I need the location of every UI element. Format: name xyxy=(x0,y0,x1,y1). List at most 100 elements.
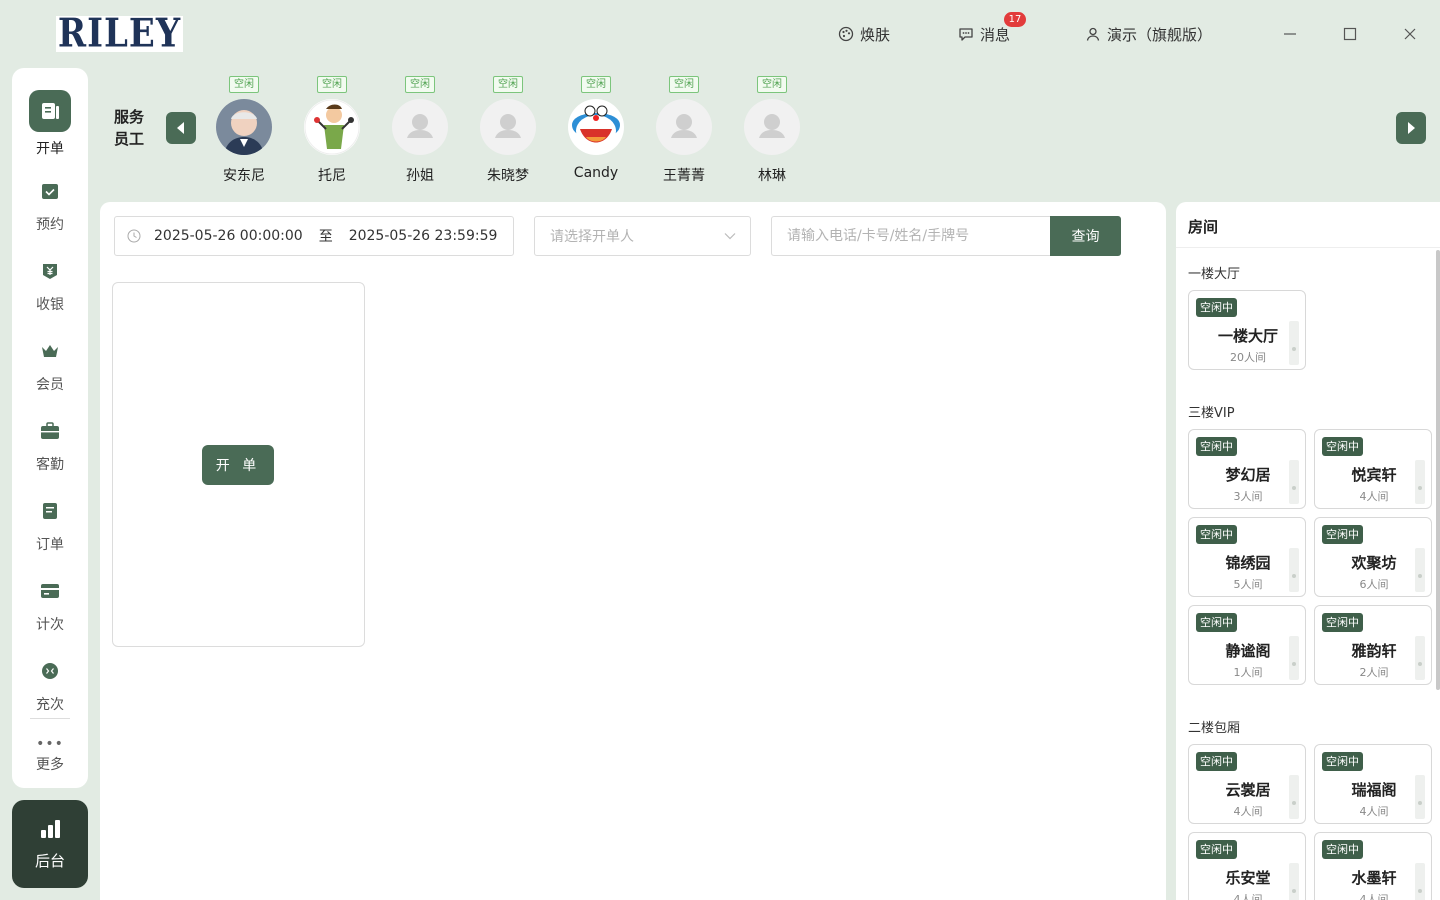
briefcase-icon xyxy=(39,420,61,442)
room-card[interactable]: 空闲中 一楼大厅 20人间 xyxy=(1188,290,1306,370)
chat-icon xyxy=(959,28,973,41)
room-card[interactable]: 空闲中 乐安堂 4人间 xyxy=(1188,832,1306,900)
date-separator: 至 xyxy=(318,229,333,245)
room-status-tag: 空闲中 xyxy=(1322,752,1363,771)
room-card[interactable]: 空闲中 静谧阁 1人间 xyxy=(1188,605,1306,685)
avatar xyxy=(392,99,448,155)
room-capacity: 5人间 xyxy=(1233,578,1263,591)
staff-name: 朱晓梦 xyxy=(487,168,529,184)
nav-item-recharge-count[interactable]: 充次 xyxy=(12,650,88,720)
staff-name: 林琳 xyxy=(758,168,786,184)
room-card[interactable]: 空闲中 悦宾轩 4人间 xyxy=(1314,429,1432,509)
staff-name: 王菁菁 xyxy=(663,168,705,184)
room-card[interactable]: 空闲中 云裳居 4人间 xyxy=(1188,744,1306,824)
staff-name: 安东尼 xyxy=(223,168,265,184)
staff-member[interactable]: 空闲 朱晓梦 xyxy=(473,76,543,185)
nav-divider xyxy=(30,718,70,719)
room-status-tag: 空闲中 xyxy=(1196,437,1237,456)
maximize-button[interactable] xyxy=(1340,24,1360,44)
staff-member[interactable]: 空闲 托尼 xyxy=(297,76,367,185)
nav-item-cashier[interactable]: 收银 xyxy=(12,250,88,320)
avatar xyxy=(304,99,360,155)
staff-member[interactable]: 空闲 安东尼 xyxy=(209,76,279,185)
nav-label: 更多 xyxy=(36,757,64,773)
minimize-button[interactable] xyxy=(1280,24,1300,44)
staff-member[interactable]: 空闲 林琳 xyxy=(737,76,807,185)
nav-label: 预约 xyxy=(36,217,64,233)
staff-member[interactable]: 空闲 孙姐 xyxy=(385,76,455,185)
room-status-tag: 空闲中 xyxy=(1322,840,1363,859)
avatar xyxy=(216,99,272,155)
end-date[interactable]: 2025-05-26 23:59:59 xyxy=(349,228,498,244)
user-menu[interactable]: 演示（旗舰版） xyxy=(1085,22,1212,46)
nav-label: 开单 xyxy=(36,141,64,157)
staff-title: 服务员工 xyxy=(114,108,145,148)
nav-item-customer-care[interactable]: 客勤 xyxy=(12,410,88,480)
nav-item-count[interactable]: 计次 xyxy=(12,570,88,640)
room-status-tag: 空闲中 xyxy=(1196,525,1237,544)
messages-button[interactable]: 消息 xyxy=(958,22,1010,46)
staff-member[interactable]: 空闲 王菁菁 xyxy=(649,76,719,185)
count-card-icon xyxy=(39,580,61,602)
opener-placeholder: 请选择开单人 xyxy=(550,229,634,245)
nav-label: 会员 xyxy=(36,377,64,393)
open-order-button[interactable]: 开 单 xyxy=(202,445,274,485)
default-user-icon xyxy=(495,114,521,138)
room-name: 锦绣园 xyxy=(1225,554,1271,572)
room-card[interactable]: 空闲中 水墨轩 4人间 xyxy=(1314,832,1432,900)
avatar xyxy=(480,99,536,155)
nav-item-more[interactable]: ••• 更多 xyxy=(12,726,88,796)
open-order-icon xyxy=(29,90,71,132)
rooms-scrollbar[interactable] xyxy=(1436,250,1440,690)
room-name: 云裳居 xyxy=(1225,781,1271,799)
messages-label: 消息 xyxy=(980,25,1011,44)
room-section-title: 三楼VIP xyxy=(1188,406,1235,421)
staff-prev-button[interactable] xyxy=(166,112,196,144)
staff-member[interactable]: 空闲 Candy xyxy=(561,76,631,181)
query-button[interactable]: 查询 xyxy=(1050,216,1121,256)
room-name: 水墨轩 xyxy=(1351,869,1397,887)
room-capacity: 4人间 xyxy=(1359,893,1389,900)
app-logo: RILEY xyxy=(56,11,183,57)
opener-select[interactable]: 请选择开单人 xyxy=(534,216,751,256)
room-card[interactable]: 空闲中 梦幻居 3人间 xyxy=(1188,429,1306,509)
nav-label: 收银 xyxy=(36,297,64,313)
recharge-count-icon xyxy=(39,660,61,682)
staff-status-badge: 空闲 xyxy=(581,76,611,93)
room-card[interactable]: 空闲中 锦绣园 5人间 xyxy=(1188,517,1306,597)
backend-label: 后台 xyxy=(34,851,65,870)
nav-item-orders[interactable]: 订单 xyxy=(12,490,88,560)
backend-button[interactable]: 后台 xyxy=(12,800,88,888)
close-button[interactable] xyxy=(1400,24,1420,44)
skin-button[interactable]: 焕肤 xyxy=(838,22,890,46)
minimize-icon xyxy=(1284,33,1296,35)
room-name: 欢聚坊 xyxy=(1351,554,1397,572)
rooms-title: 房间 xyxy=(1176,202,1440,248)
staff-next-button[interactable] xyxy=(1396,112,1426,144)
nav-label: 充次 xyxy=(36,697,64,713)
room-capacity: 4人间 xyxy=(1359,805,1389,818)
chevron-down-icon xyxy=(724,233,736,240)
staff-status-badge: 空闲 xyxy=(757,76,787,93)
staff-status-badge: 空闲 xyxy=(405,76,435,93)
room-card[interactable]: 空闲中 雅韵轩 2人间 xyxy=(1314,605,1432,685)
room-name: 瑞福阁 xyxy=(1351,781,1397,799)
staff-name: 孙姐 xyxy=(406,168,434,184)
nav-item-open-order[interactable]: 开单 xyxy=(12,90,88,160)
room-section-title: 一楼大厅 xyxy=(1188,267,1241,282)
room-card[interactable]: 空闲中 欢聚坊 6人间 xyxy=(1314,517,1432,597)
staff-status-badge: 空闲 xyxy=(669,76,699,93)
staff-name: Candy xyxy=(573,165,619,181)
date-range-picker[interactable]: 2025-05-26 00:00:00 至 2025-05-26 23:59:5… xyxy=(114,216,514,256)
main-panel: 2025-05-26 00:00:00 至 2025-05-26 23:59:5… xyxy=(100,202,1166,900)
room-card[interactable]: 空闲中 瑞福阁 4人间 xyxy=(1314,744,1432,824)
search-input[interactable] xyxy=(771,216,1051,256)
skin-label: 焕肤 xyxy=(860,25,891,44)
room-status-tag: 空闲中 xyxy=(1322,437,1363,456)
default-user-icon xyxy=(407,114,433,138)
start-date[interactable]: 2025-05-26 00:00:00 xyxy=(154,228,303,244)
order-doc-icon xyxy=(39,500,61,522)
nav-item-member[interactable]: 会员 xyxy=(12,330,88,400)
caret-right-icon xyxy=(1408,122,1415,134)
nav-item-appointment[interactable]: 预约 xyxy=(12,170,88,240)
